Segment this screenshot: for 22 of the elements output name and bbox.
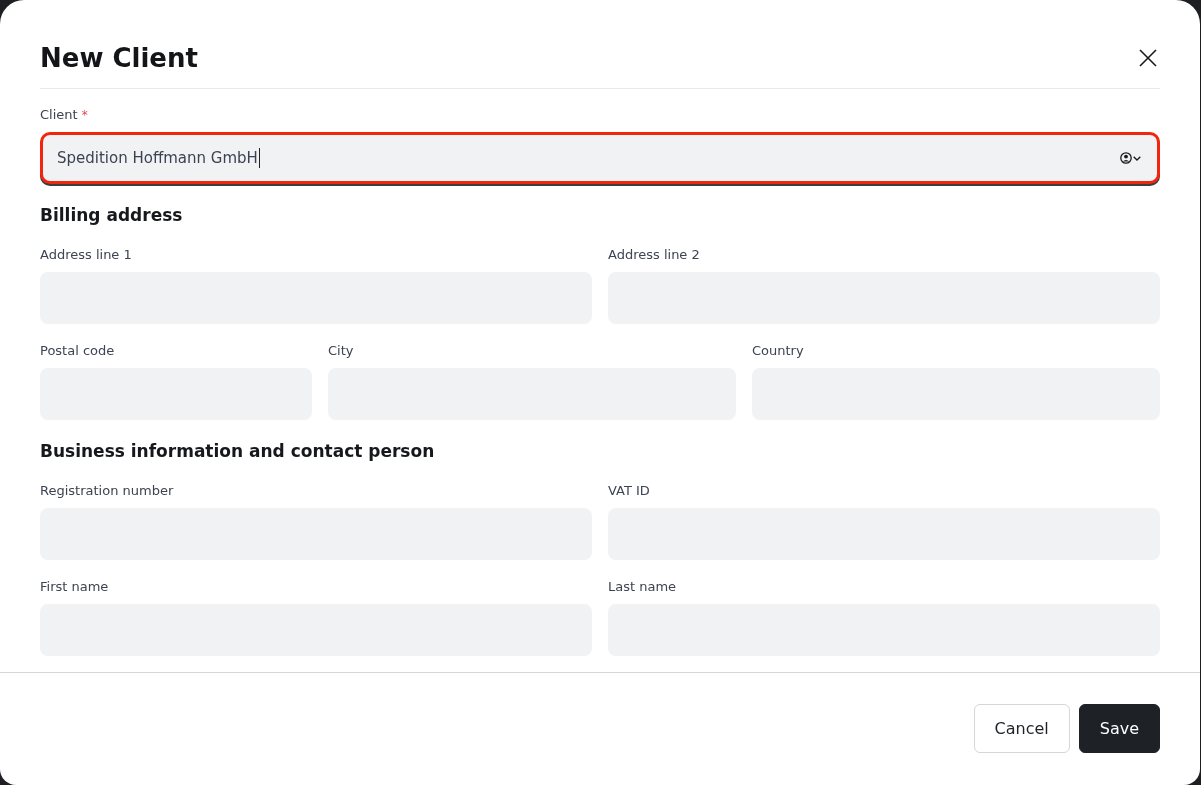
required-mark: *	[81, 107, 88, 124]
dialog-title: New Client	[40, 42, 198, 75]
section-heading: Business information and contact person	[40, 440, 436, 463]
client-select-field[interactable]: Spedition Hoffmann GmbH	[40, 132, 1160, 184]
field-label: Client	[40, 106, 78, 124]
close-button[interactable]	[1139, 49, 1157, 67]
field-label: Last name	[608, 578, 677, 596]
field-label: First name	[40, 578, 109, 596]
field-label: Country	[752, 342, 804, 360]
person-circle-icon	[1120, 152, 1132, 164]
field-label: VAT ID	[608, 482, 650, 500]
save-button[interactable]: Save	[1078, 704, 1160, 753]
field-label: City	[328, 342, 354, 360]
text-cursor	[258, 148, 261, 168]
section-heading: Billing address	[40, 204, 184, 227]
field-label: Postal code	[40, 342, 115, 360]
field-label: Registration number	[40, 482, 174, 500]
field-label: Address line 2	[608, 246, 700, 264]
field-label: Address line 1	[40, 246, 132, 264]
cancel-button[interactable]: Cancel	[973, 704, 1070, 753]
chevron-down-icon	[1133, 155, 1141, 161]
close-icon	[1139, 49, 1157, 67]
